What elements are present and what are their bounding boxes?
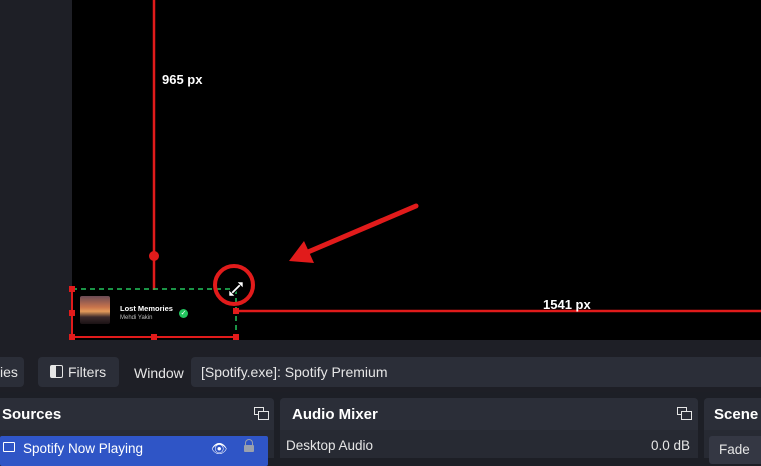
transition-select[interactable]: Fade bbox=[709, 436, 761, 464]
album-art bbox=[80, 296, 110, 324]
check-icon: ✓ bbox=[179, 309, 188, 318]
audio-channel-name: Desktop Audio bbox=[286, 438, 374, 453]
eye-icon[interactable]: 👁 bbox=[211, 441, 228, 457]
source-item-spotify-now-playing[interactable]: Spotify Now Playing 👁 bbox=[0, 436, 268, 466]
resize-handle-bottom-right[interactable] bbox=[233, 334, 239, 340]
resize-handle-right-mid[interactable] bbox=[233, 308, 239, 314]
source-item-label: Spotify Now Playing bbox=[23, 441, 144, 456]
track-title: Lost Memories bbox=[120, 304, 173, 313]
left-panel-strip bbox=[0, 0, 72, 352]
properties-button-label: ies bbox=[0, 364, 18, 380]
audio-channel-level: 0.0 dB bbox=[650, 438, 690, 453]
track-artist: Mehdi Yakin bbox=[120, 315, 153, 321]
width-measure-label: 1541 px bbox=[543, 297, 591, 312]
window-select-value: [Spotify.exe]: Spotify Premium bbox=[201, 364, 388, 380]
window-capture-icon bbox=[3, 442, 15, 452]
window-label: Window bbox=[134, 365, 184, 381]
resize-handle-top-left[interactable] bbox=[69, 286, 75, 292]
source-toolbar: ies Filters Window [Spotify.exe]: Spotif… bbox=[0, 352, 761, 392]
height-measure-endpoint bbox=[149, 251, 159, 261]
height-measure-label: 965 px bbox=[162, 72, 203, 87]
resize-handle-bottom-left[interactable] bbox=[69, 334, 75, 340]
sources-dock-header: Sources bbox=[0, 398, 274, 430]
audio-mixer-dock-title: Audio Mixer bbox=[292, 406, 378, 423]
filter-icon bbox=[50, 365, 63, 378]
scene-transitions-dock-title: Scene T bbox=[714, 406, 761, 423]
preview-bottom-gap bbox=[72, 340, 761, 352]
resize-handle-bottom-mid[interactable] bbox=[151, 334, 157, 340]
lock-icon[interactable] bbox=[244, 439, 254, 452]
sources-dock-title: Sources bbox=[2, 406, 62, 423]
sources-dock: Sources Spotify Now Playing 👁 bbox=[0, 398, 274, 466]
audio-mixer-dock: Audio Mixer Desktop Audio 0.0 dB bbox=[280, 398, 698, 458]
properties-button[interactable]: ies bbox=[0, 357, 24, 387]
transition-select-value: Fade bbox=[719, 442, 750, 457]
window-select[interactable]: [Spotify.exe]: Spotify Premium bbox=[191, 357, 761, 387]
spotify-source-card[interactable]: Lost Memories Mehdi Yakin ✓ bbox=[80, 294, 232, 326]
undock-icon[interactable] bbox=[677, 407, 692, 420]
audio-mixer-dock-header: Audio Mixer bbox=[280, 398, 698, 430]
resize-handle-left-mid[interactable] bbox=[69, 310, 75, 316]
filters-button-label: Filters bbox=[68, 364, 107, 380]
undock-icon[interactable] bbox=[254, 407, 269, 420]
scene-transitions-dock-header: Scene T bbox=[704, 398, 761, 430]
scene-transitions-dock: Scene T Fade bbox=[704, 398, 761, 464]
filters-button[interactable]: Filters bbox=[38, 357, 119, 387]
